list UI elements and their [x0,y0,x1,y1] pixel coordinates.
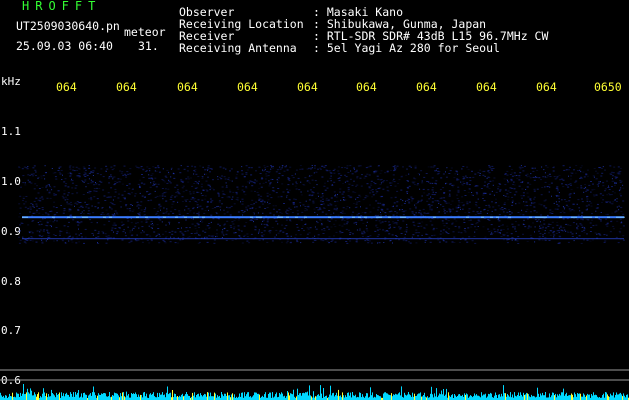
amplitude-trace [0,384,629,400]
spectrogram-plot [0,165,629,400]
spectrogram-window: HROFFT UT2509030640.pn meteor 25.09.03 0… [0,0,629,400]
noise-band [18,165,625,244]
